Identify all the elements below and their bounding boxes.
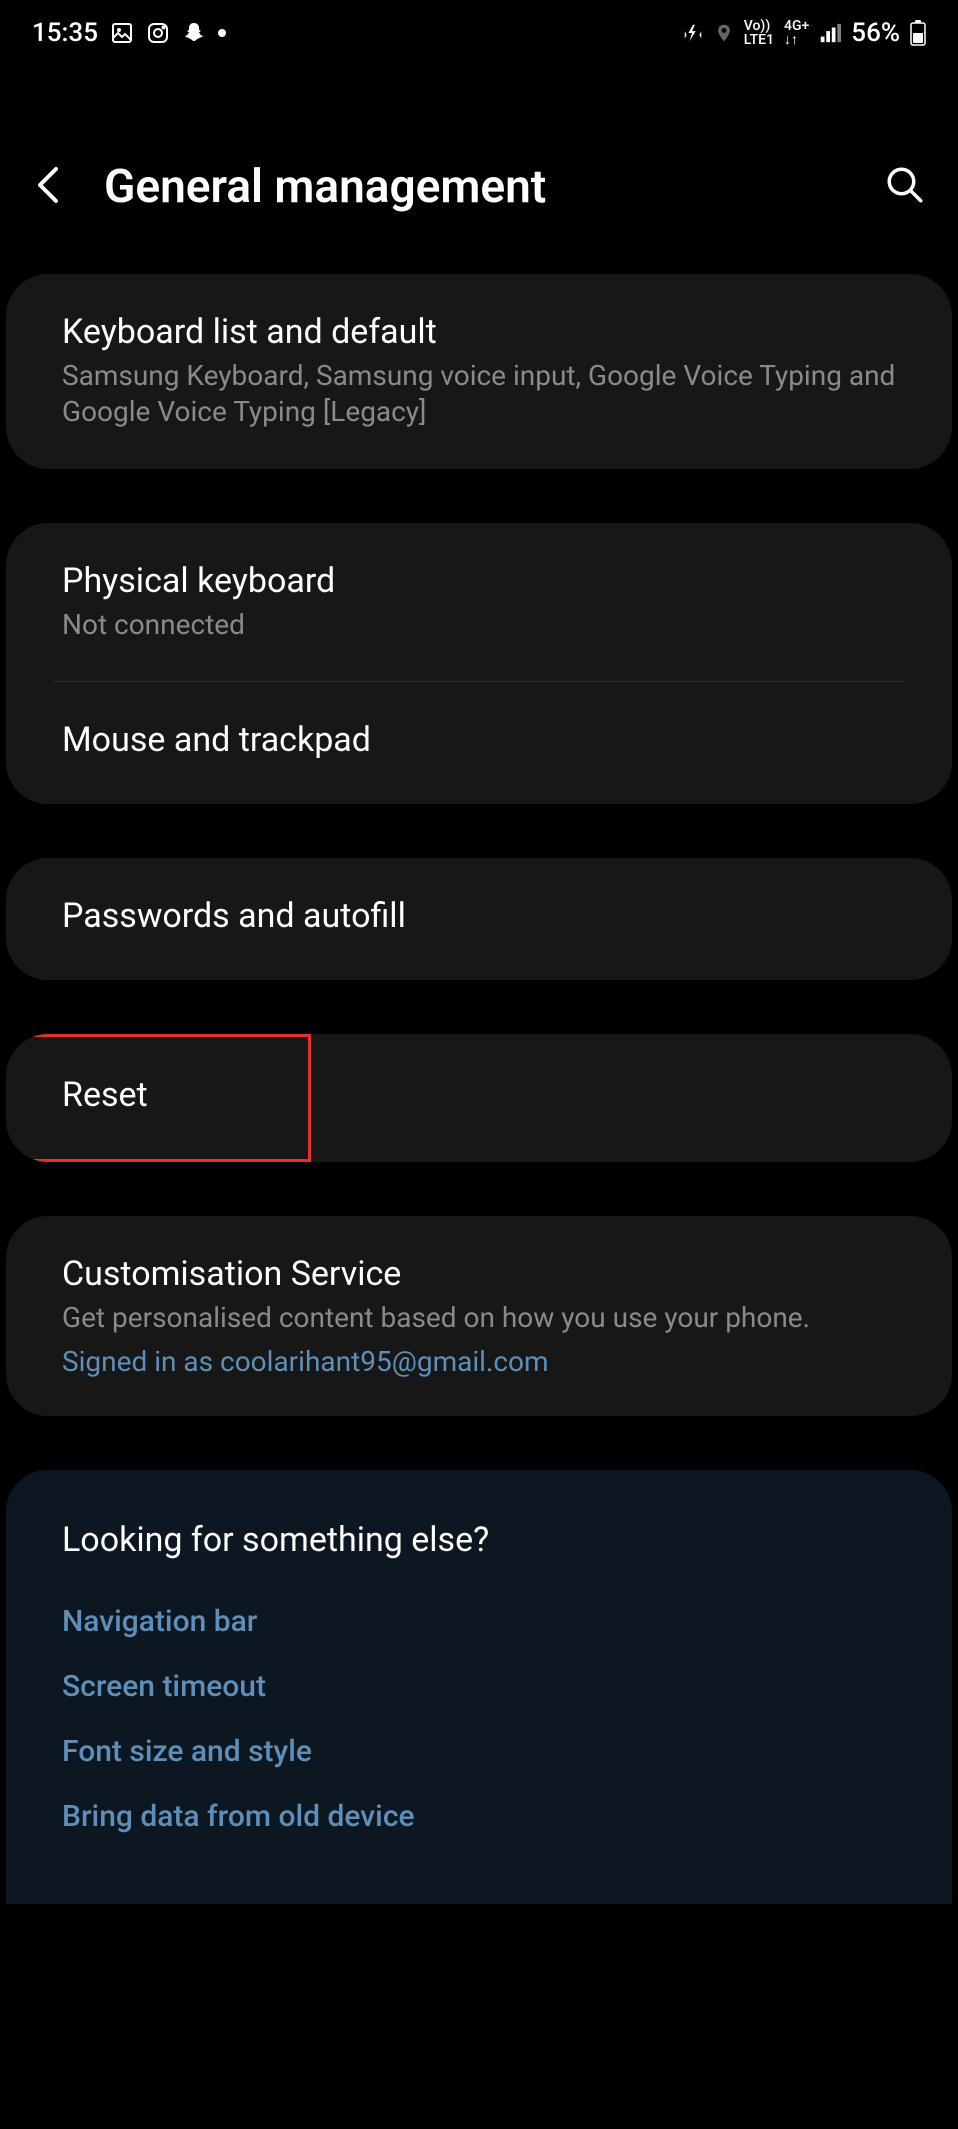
passwords-autofill-title: Passwords and autofill <box>62 896 896 936</box>
signal-icon <box>819 22 841 44</box>
back-button[interactable] <box>32 163 64 211</box>
customisation-subtitle: Get personalised content based on how yo… <box>62 1300 896 1336</box>
customisation-item[interactable]: Customisation Service Get personalised c… <box>6 1216 952 1415</box>
instagram-icon <box>146 21 170 45</box>
physical-keyboard-title: Physical keyboard <box>62 561 896 601</box>
physical-keyboard-subtitle: Not connected <box>62 607 896 643</box>
keyboard-card: Keyboard list and default Samsung Keyboa… <box>6 274 952 469</box>
customisation-card: Customisation Service Get personalised c… <box>6 1216 952 1415</box>
keyboard-list-title: Keyboard list and default <box>62 312 896 352</box>
page-title: General management <box>104 160 884 214</box>
reset-card: Reset <box>6 1034 952 1162</box>
suggestion-navigation-bar[interactable]: Navigation bar <box>62 1604 896 1639</box>
keyboard-list-item[interactable]: Keyboard list and default Samsung Keyboa… <box>6 274 952 469</box>
customisation-signedin: Signed in as coolarihant95@gmail.com <box>62 1345 896 1378</box>
mouse-trackpad-title: Mouse and trackpad <box>62 720 896 760</box>
status-time: 15:35 <box>32 18 98 48</box>
status-bar-left: 15:35 <box>32 18 226 48</box>
suggestion-font-size[interactable]: Font size and style <box>62 1734 896 1769</box>
status-bar: 15:35 Vo))LTE1 4G+↓↑ 56% <box>0 0 958 60</box>
battery-percentage: 56% <box>851 18 900 48</box>
suggestion-screen-timeout[interactable]: Screen timeout <box>62 1669 896 1704</box>
status-bar-right: Vo))LTE1 4G+↓↑ 56% <box>682 18 926 48</box>
image-icon <box>110 21 134 45</box>
reset-item[interactable]: Reset <box>6 1037 148 1159</box>
reset-title: Reset <box>62 1075 148 1115</box>
mouse-trackpad-item[interactable]: Mouse and trackpad <box>6 682 952 804</box>
suggestions-card: Looking for something else? Navigation b… <box>6 1470 952 1904</box>
dot-icon <box>218 29 226 37</box>
snapchat-icon <box>182 21 206 45</box>
customisation-title: Customisation Service <box>62 1254 896 1294</box>
physical-keyboard-item[interactable]: Physical keyboard Not connected <box>6 523 952 681</box>
reset-highlight-box: Reset <box>6 1034 311 1162</box>
passwords-autofill-item[interactable]: Passwords and autofill <box>6 858 952 980</box>
passwords-card: Passwords and autofill <box>6 858 952 980</box>
keyboard-list-subtitle: Samsung Keyboard, Samsung voice input, G… <box>62 358 896 431</box>
suggestions-heading: Looking for something else? <box>62 1520 896 1560</box>
suggestion-bring-data[interactable]: Bring data from old device <box>62 1799 896 1834</box>
page-header: General management <box>0 60 958 274</box>
settings-content: Keyboard list and default Samsung Keyboa… <box>0 274 958 1944</box>
search-button[interactable] <box>884 164 926 210</box>
input-devices-card: Physical keyboard Not connected Mouse an… <box>6 523 952 804</box>
location-icon <box>714 23 734 43</box>
battery-icon <box>910 20 926 46</box>
volte-icon: Vo))LTE1 <box>744 19 774 47</box>
vibrate-icon <box>682 22 704 44</box>
network-type-icon: 4G+↓↑ <box>784 19 809 47</box>
